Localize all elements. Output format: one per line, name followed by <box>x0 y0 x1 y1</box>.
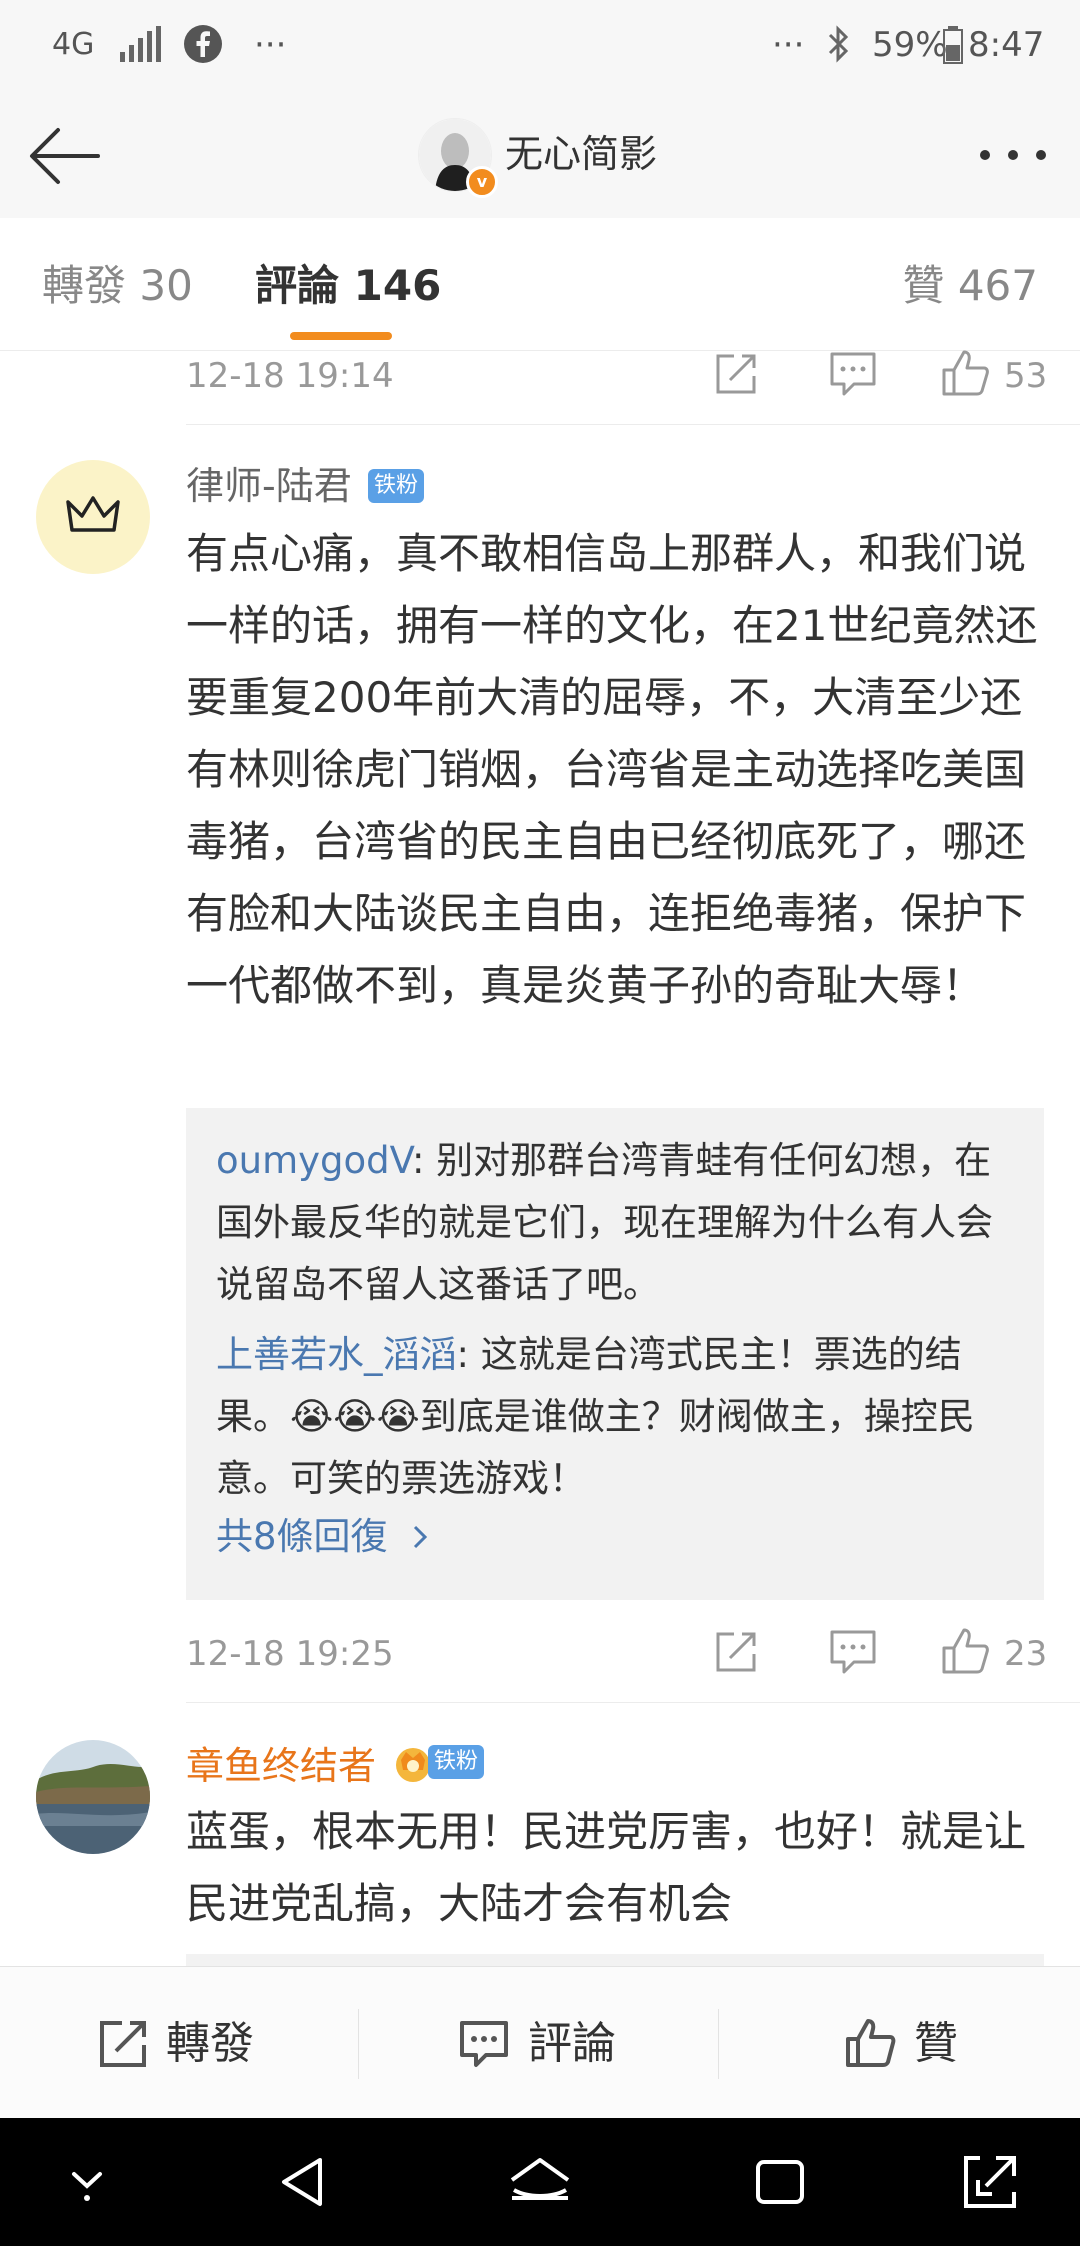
separator <box>358 2009 359 2079</box>
reply-item: oumygodV: 别对那群台湾青蛙有任何幻想，在国外最反华的就是它们，现在理解… <box>216 1130 1016 1316</box>
reply-box-partial <box>186 1954 1044 1966</box>
comment-text: 蓝蛋，根本无用！民进党厉害，也好！就是让民进党乱搞，大陆才会有机会 <box>186 1807 1027 1928</box>
view-all-replies-label: 共8條回復 <box>216 1515 388 1558</box>
hide-keyboard-icon[interactable] <box>62 2154 112 2210</box>
crown-icon <box>66 496 120 532</box>
repost-label: 轉發 <box>166 2018 254 2069</box>
comment-text: 有点心痛，真不敢相信岛上那群人，和我们说一样的话，拥有一样的文化，在21世纪竟然… <box>186 529 1038 1010</box>
signal-icon <box>120 26 161 62</box>
repost-button[interactable]: 轉發 <box>0 1967 358 2119</box>
dot-icon <box>1008 150 1018 160</box>
more-options-button[interactable] <box>976 136 1056 176</box>
nav-home-icon[interactable] <box>508 2154 572 2210</box>
bottom-action-bar: 轉發 評論 贊 <box>0 1966 1080 2119</box>
like-label: 贊 <box>914 2018 958 2069</box>
expand-screen-icon[interactable] <box>962 2154 1018 2210</box>
divider <box>186 424 1080 425</box>
commenter-username[interactable]: 章鱼终结者 <box>186 1740 376 1792</box>
bluetooth-icon <box>828 25 849 63</box>
reply-username[interactable]: 上善若水_滔滔 <box>216 1333 457 1376</box>
share-icon[interactable] <box>712 348 762 398</box>
network-indicator: 4G <box>52 27 95 62</box>
comment-timestamp: 12-18 19:14 <box>186 356 394 396</box>
comment-icon[interactable] <box>828 348 878 398</box>
crying-emoji: 😭😭😭 <box>290 1395 420 1438</box>
commenter-username[interactable]: 律师-陆君 <box>186 460 352 512</box>
like-count: 53 <box>1004 356 1048 396</box>
fan-badge: 铁粉 <box>368 469 425 503</box>
tab-comments[interactable]: 評論 146 <box>255 258 441 314</box>
tab-repost[interactable]: 轉發 30 <box>42 258 193 314</box>
chevron-right-icon <box>414 1525 428 1549</box>
thumbs-up-icon[interactable] <box>940 1626 990 1676</box>
battery-icon <box>943 26 963 64</box>
commenter-avatar[interactable] <box>36 460 150 574</box>
comment-label: 評論 <box>528 2018 616 2069</box>
reply-box[interactable]: oumygodV: 别对那群台湾青蛙有任何幻想，在国外最反华的就是它们，现在理解… <box>186 1108 1044 1600</box>
comment-icon[interactable] <box>828 1626 878 1676</box>
status-more-right: ··· <box>772 25 805 65</box>
comment-button[interactable]: 評論 <box>360 1967 718 2119</box>
comment-meta: 12-18 19:14 53 <box>186 348 1050 404</box>
active-tab-indicator <box>290 332 392 340</box>
page-title: 无心简影 <box>505 132 658 176</box>
comment-icon <box>460 2021 508 2067</box>
share-icon <box>100 2021 146 2067</box>
top-app-bar: v 无心简影 <box>0 92 1080 219</box>
back-button[interactable] <box>28 120 100 192</box>
facebook-icon <box>184 25 222 63</box>
commenter-avatar[interactable] <box>36 1740 150 1854</box>
nav-back-icon[interactable] <box>276 2154 328 2210</box>
thumbs-up-icon <box>846 2019 896 2067</box>
like-count: 23 <box>1004 1634 1048 1674</box>
system-navigation-bar <box>0 2118 1080 2246</box>
clock: 8:47 <box>968 25 1045 65</box>
status-more-left: ··· <box>254 25 287 65</box>
separator <box>718 2009 719 2079</box>
battery-percent: 59% <box>872 25 948 65</box>
landscape-avatar-image <box>36 1740 150 1854</box>
verified-badge: v <box>466 166 498 198</box>
view-all-replies-link[interactable]: 共8條回復 <box>216 1512 431 1562</box>
nav-recents-icon[interactable] <box>752 2154 808 2210</box>
tab-bar: 轉發 30 評論 146 贊 467 <box>0 218 1080 351</box>
thumbs-up-icon[interactable] <box>940 348 990 398</box>
arrow-left-icon <box>30 128 100 184</box>
reply-item: 上善若水_滔滔: 这就是台湾式民主！票选的结果。😭😭😭到底是谁做主？财阀做主，操… <box>216 1324 1016 1510</box>
dot-icon <box>980 150 990 160</box>
status-bar: 4G ··· ··· 59% 8:47 <box>0 0 1080 92</box>
divider <box>186 1702 1080 1703</box>
dot-icon <box>1036 150 1046 160</box>
tab-likes[interactable]: 贊 467 <box>902 258 1038 314</box>
comment-meta: 12-18 19:25 23 <box>186 1626 1050 1682</box>
like-button[interactable]: 贊 <box>720 1967 1078 2119</box>
fan-badge: 铁粉 <box>428 1745 485 1779</box>
share-icon[interactable] <box>712 1626 762 1676</box>
reply-username[interactable]: oumygodV <box>216 1139 412 1182</box>
comment-timestamp: 12-18 19:25 <box>186 1634 394 1674</box>
